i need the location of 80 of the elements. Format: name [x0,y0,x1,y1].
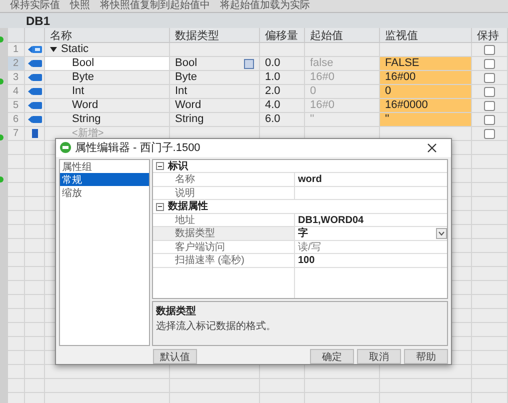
collapse-icon[interactable] [156,202,164,211]
toolbar-button[interactable]: 将快照值复制到起始值中 [100,0,210,12]
dialog-button[interactable]: 默认值 [153,349,197,364]
retain-checkbox[interactable] [484,100,495,110]
offset-cell: 4.0 [260,99,305,112]
monitor-value-cell: 0 [380,85,472,98]
member-name: Byte [72,70,94,86]
variable-icon [28,59,42,68]
property-label: 说明 [153,186,295,200]
offset-cell: 6.0 [260,113,305,126]
retain-checkbox[interactable] [484,44,495,54]
block-title: DB1 [26,12,50,30]
section-title: 标识 [168,160,188,174]
data-type-cell: String [170,113,260,126]
monitor-value-cell: 16#00 [380,71,472,84]
property-field[interactable]: 100 [295,254,447,267]
block-icon [32,129,38,138]
property-value: 读/写 [297,240,322,254]
dialog-button[interactable]: 取消 [357,349,401,364]
property-label: 客户端访问 [153,240,295,254]
monitor-value-cell: FALSE [380,57,472,70]
variable-icon [28,101,42,110]
retain-checkbox[interactable] [484,114,495,124]
row-number: 4 [8,85,25,98]
monitor-value-cell: 16#0000 [380,99,472,112]
member-name: String [72,112,101,128]
column-header[interactable]: 保持 [472,28,508,42]
help-text: 选择流入标记数据的格式。 [156,320,277,334]
property-label: 地址 [153,214,295,226]
section-title: 数据属性 [168,200,208,214]
column-header[interactable]: 起始值 [305,28,380,42]
browse-button[interactable] [244,58,254,68]
variable-icon [28,73,42,82]
member-name: Word [72,98,98,114]
column-header[interactable]: 偏移量 [260,28,305,42]
row-number: 2 [8,57,25,70]
expand-arrow-icon[interactable] [50,46,57,53]
row-number: 3 [8,71,25,84]
property-field[interactable]: DB1,WORD04 [295,214,447,226]
member-name: Int [72,84,84,100]
variable-icon [28,87,42,96]
column-header[interactable]: 数据类型 [170,28,260,42]
list-item[interactable]: 缩放 [60,186,149,199]
retain-checkbox[interactable] [484,72,495,82]
member-name: Bool [72,56,94,72]
dialog-button[interactable]: 确定 [310,349,354,364]
dialog-button[interactable]: 帮助 [404,349,448,364]
list-item[interactable]: 常规 [60,172,149,186]
data-type-cell: Byte [170,71,260,84]
monitor-value-cell: '' [380,113,472,126]
offset-cell: 2.0 [260,85,305,98]
property-field[interactable]: word [295,173,447,186]
row-number: 6 [8,113,25,126]
retain-checkbox[interactable] [484,58,495,68]
offset-cell: 1.0 [260,71,305,84]
app-logo-icon [60,142,71,154]
property-label: 扫描速率 (毫秒) [153,254,295,267]
data-type-cell: Word [170,99,260,112]
data-type-cell: Int [170,85,260,98]
row-number: 5 [8,99,25,112]
data-type-cell-text: Bool [175,56,198,72]
interface-icon [28,45,42,54]
list-item[interactable]: 属性组 [60,160,149,173]
toolbar-button[interactable]: 快照 [70,0,90,12]
row-number: 7 [8,127,25,140]
property-label: 名称 [153,173,295,186]
retain-checkbox[interactable] [484,86,495,96]
collapse-icon[interactable] [156,162,164,170]
column-header[interactable]: 名称 [45,28,170,42]
property-label: 数据类型 [153,227,295,240]
tree-item[interactable]: Static [61,41,89,58]
variable-icon [28,115,42,124]
column-header[interactable]: 监视值 [380,28,472,42]
dropdown-field[interactable]: 字 [295,227,447,240]
row-number: 1 [8,43,25,56]
retain-checkbox[interactable] [484,128,495,138]
offset-cell: 0.0 [260,57,305,70]
help-title: 数据类型 [156,304,197,319]
close-icon[interactable] [427,142,437,153]
dialog-title: 属性编辑器 - 西门子.1500 [75,140,202,156]
